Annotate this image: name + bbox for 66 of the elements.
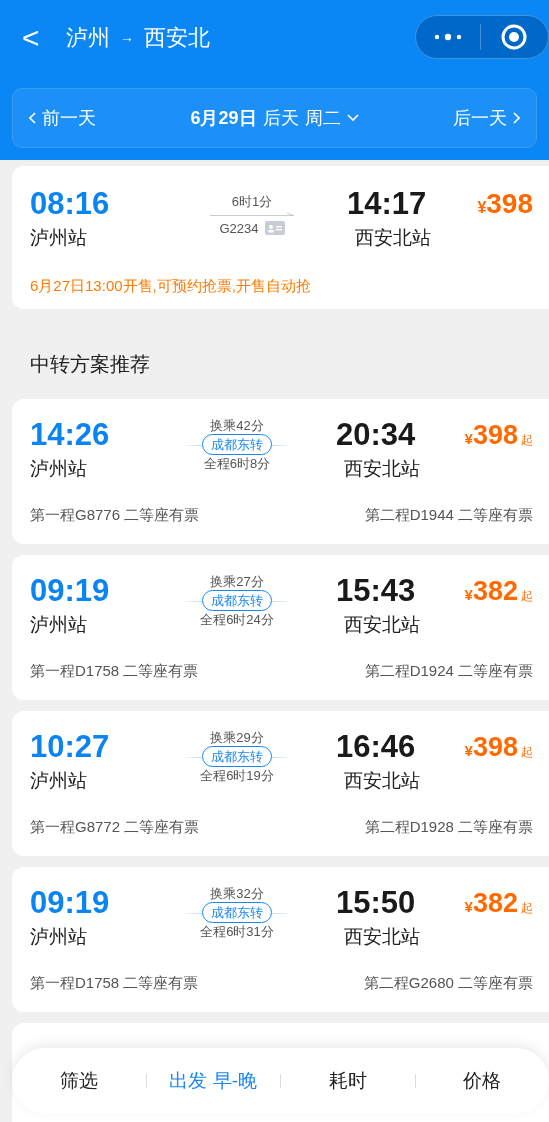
price: ¥382 起 <box>464 887 533 920</box>
section-title: 中转方案推荐 <box>30 352 151 377</box>
arrival-time: 20:34 <box>336 417 417 453</box>
departure-time: 10:27 <box>30 729 111 765</box>
arrival-time: 15:43 <box>336 573 417 609</box>
first-leg-info: 第一程D1758 二等座有票 <box>30 972 199 993</box>
arrival-station: 西安北站 <box>344 457 421 481</box>
arrival-station: 西安北站 <box>344 613 421 637</box>
second-leg-info: 第二程D1924 二等座有票 <box>364 660 533 681</box>
arrival-time: 15:50 <box>336 885 417 921</box>
route-title: 泸州 → 西安北 <box>66 23 210 52</box>
sort-tab[interactable]: 出发 早-晚 <box>169 1066 258 1096</box>
caret-down-icon <box>346 114 359 122</box>
transfer-station-tag: 成都东转 <box>202 902 272 923</box>
total-duration: 全程6时31分 <box>200 923 274 941</box>
departure-station: 泸州站 <box>30 769 88 793</box>
back-button[interactable]: < <box>22 14 60 60</box>
transfer-card[interactable]: 09:19 泸州站 换乘27分 成都东转 全程6时24分 15:43 西安北站 ¥382 起 第一程D1758 二等座有票 第二程D1924 二等座有票 <box>12 555 549 700</box>
first-leg-info: 第一程G8772 二等座有票 <box>30 816 200 837</box>
sort-tab[interactable]: 价格 <box>463 1066 502 1096</box>
departure-time: 09:19 <box>30 573 111 609</box>
total-duration: 全程6时24分 <box>200 611 274 629</box>
transfer-station-tag: 成都东转 <box>202 746 272 767</box>
transfer-station-tag: 成都东转 <box>202 590 272 611</box>
first-leg-info: 第一程D1758 二等座有票 <box>30 660 199 681</box>
chevron-left-icon <box>29 112 36 124</box>
departure-time: 09:19 <box>30 885 111 921</box>
price: ¥398 起 <box>464 731 533 764</box>
departure-station: 泸州站 <box>30 226 88 250</box>
transfer-wait: 换乘29分 <box>210 729 264 746</box>
train-number: G2234 <box>219 219 259 238</box>
transfer-wait: 换乘27分 <box>210 573 264 590</box>
transfer-wait: 换乘42分 <box>210 417 264 434</box>
departure-time: 08:16 <box>30 186 111 222</box>
departure-station: 泸州站 <box>30 613 88 637</box>
arrival-time: 16:46 <box>336 729 417 765</box>
price: ¥382 起 <box>464 575 533 608</box>
second-leg-info: 第二程G2680 二等座有票 <box>363 972 533 993</box>
total-duration: 全程6时8分 <box>203 455 271 473</box>
train-card[interactable]: 08:16 泸州站 6时1分 G2234 14:17 西安北站 ¥398 6月27日13:00开售,可预约抢票,开售自动抢 <box>12 166 549 309</box>
first-leg-info: 第一程G8776 二等座有票 <box>30 504 200 525</box>
arrival-station: 西安北站 <box>344 925 421 949</box>
second-leg-info: 第二程D1928 二等座有票 <box>364 816 533 837</box>
total-duration: 全程6时19分 <box>200 767 274 785</box>
chevron-right-icon <box>513 112 520 124</box>
duration-text: 6时1分 <box>231 193 273 211</box>
price: ¥398 <box>477 187 533 221</box>
id-card-icon <box>264 221 285 236</box>
departure-time: 14:26 <box>30 417 111 453</box>
more-icon[interactable] <box>434 33 462 41</box>
arrival-time: 14:17 <box>347 186 428 222</box>
departure-station: 泸州站 <box>30 457 88 481</box>
transfer-card[interactable]: 10:27 泸州站 换乘29分 成都东转 全程6时19分 16:46 西安北站 ¥398 起 第一程G8772 二等座有票 第二程D1928 二等座有票 <box>12 711 549 856</box>
arrival-station: 西安北站 <box>355 226 432 250</box>
arrival-station: 西安北站 <box>344 769 421 793</box>
transfer-wait: 换乘32分 <box>210 885 264 902</box>
target-icon[interactable] <box>501 24 527 50</box>
sort-tab[interactable]: 耗时 <box>328 1066 367 1096</box>
transfer-card[interactable]: 14:26 泸州站 换乘42分 成都东转 全程6时8分 20:34 西安北站 ¥398 起 第一程G8776 二等座有票 第二程D1944 二等座有票 <box>12 399 549 544</box>
departure-station: 泸州站 <box>30 925 88 949</box>
transfer-station-tag: 成都东转 <box>202 434 272 455</box>
second-leg-info: 第二程D1944 二等座有票 <box>364 504 533 525</box>
sort-tab[interactable]: 筛选 <box>59 1066 98 1096</box>
price: ¥398 起 <box>464 419 533 452</box>
transfer-card[interactable]: 09:19 泸州站 换乘32分 成都东转 全程6时31分 15:50 西安北站 ¥382 起 第一程D1758 二等座有票 第二程G2680 二等座有票 <box>12 867 549 1012</box>
sale-notice: 6月27日13:00开售,可预约抢票,开售自动抢 <box>30 275 312 296</box>
